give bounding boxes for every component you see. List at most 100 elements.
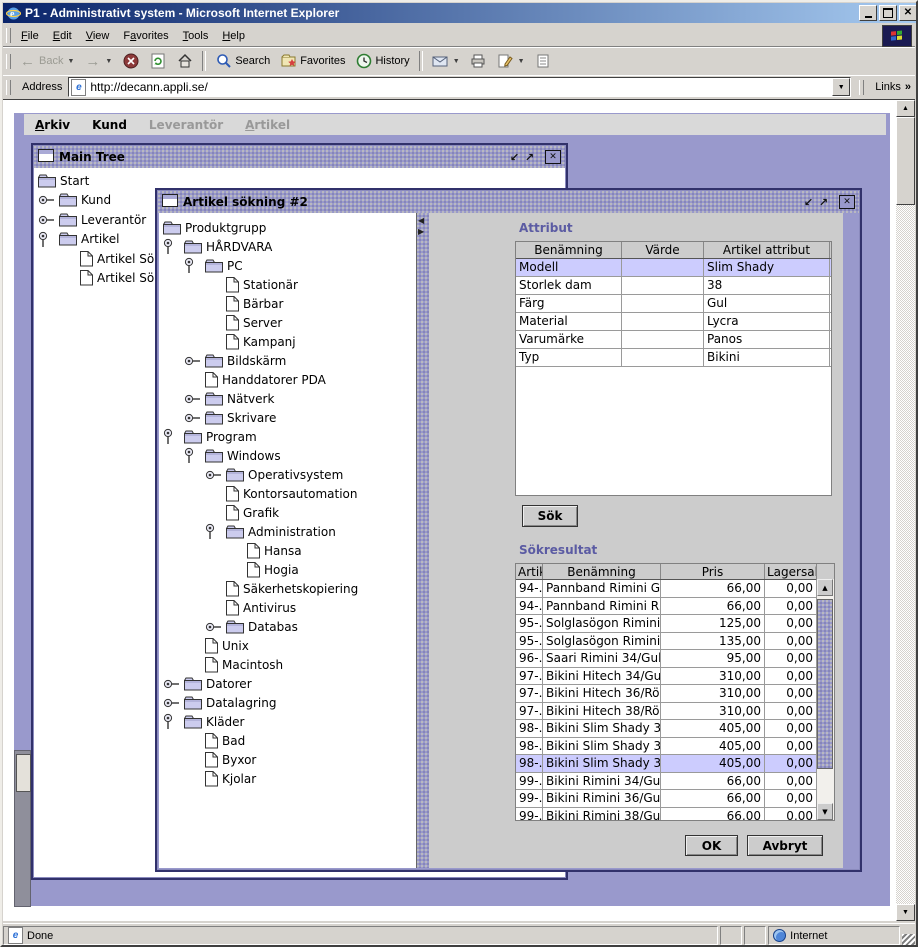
close-icon[interactable]: ✕ <box>839 195 855 209</box>
print-button[interactable] <box>465 50 492 72</box>
discuss-button[interactable] <box>530 50 557 72</box>
tree-item-datorer[interactable]: Datorer <box>159 674 416 693</box>
column-header-artikel-attribut[interactable]: Artikel attribut <box>704 242 830 258</box>
links-chevron-icon[interactable]: » <box>905 81 911 93</box>
tree-item-produktgrupp[interactable]: Produktgrupp <box>159 218 416 237</box>
artikel-sokning-titlebar[interactable]: Artikel sökning #2 ↙ ↗ ✕ <box>158 191 859 213</box>
tree-handle-expanded-icon[interactable] <box>163 427 184 446</box>
page-scrollbar-thumb[interactable] <box>896 117 915 205</box>
address-dropdown-button[interactable]: ▼ <box>832 78 850 96</box>
menu-favorites[interactable]: Favorites <box>116 28 175 44</box>
scroll-down-icon[interactable]: ▼ <box>817 803 833 820</box>
ok-button[interactable]: OK <box>685 835 738 856</box>
tree-handle-expanded-icon[interactable] <box>163 712 184 731</box>
iconify-icon[interactable]: ↙ <box>507 150 522 164</box>
history-button[interactable]: History <box>350 50 414 72</box>
result-row[interactable]: 94-...Pannband Rimini R...66,000,00 <box>516 598 817 616</box>
attribut-row-storlek-dam[interactable]: Storlek dam38 <box>516 277 831 295</box>
tree-handle-expanded-icon[interactable] <box>38 230 59 249</box>
column-header-lagersal[interactable]: Lagersal... <box>765 564 817 579</box>
splitpane-divider[interactable]: ◀ ▶ <box>416 213 430 868</box>
result-row[interactable]: 97-...Bikini Hitech 34/Gu...310,000,00 <box>516 668 817 686</box>
result-row[interactable]: 98-...Bikini Slim Shady 3...405,000,00 <box>516 738 817 756</box>
tree-item-windows[interactable]: Windows <box>159 446 416 465</box>
scroll-up-icon[interactable]: ▲ <box>817 579 833 596</box>
tree-handle-collapsed-icon[interactable] <box>38 214 59 226</box>
addressbar-grip[interactable] <box>6 80 11 95</box>
tree-item-n-tverk[interactable]: Nätverk <box>159 389 416 408</box>
maximize-icon[interactable]: ↗ <box>522 150 537 164</box>
home-button[interactable] <box>171 50 198 72</box>
tree-item-skrivare[interactable]: Skrivare <box>159 408 416 427</box>
applet-left-scrollbar[interactable] <box>14 750 31 907</box>
close-icon[interactable]: ✕ <box>545 150 561 164</box>
avbryt-button[interactable]: Avbryt <box>747 835 823 856</box>
attribut-row-typ[interactable]: TypBikini <box>516 349 831 367</box>
result-row[interactable]: 98-...Bikini Slim Shady 3...405,000,00 <box>516 755 817 773</box>
tree-item-b-rbar[interactable]: Bärbar <box>159 294 416 313</box>
tree-handle-expanded-icon[interactable] <box>163 237 184 256</box>
tree-item-kontorsautomation[interactable]: Kontorsautomation <box>159 484 416 503</box>
tree-item-kl-der[interactable]: Kläder <box>159 712 416 731</box>
attribut-row-material[interactable]: MaterialLycra <box>516 313 831 331</box>
result-row[interactable]: 95-...Solglasögon Rimini ...135,000,00 <box>516 633 817 651</box>
tree-handle-expanded-icon[interactable] <box>205 522 226 541</box>
menu-file[interactable]: File <box>14 28 46 44</box>
tree-handle-collapsed-icon[interactable] <box>205 621 226 633</box>
maximize-icon[interactable]: ↗ <box>816 195 831 209</box>
result-row[interactable]: 97-...Bikini Hitech 36/Rö...310,000,00 <box>516 685 817 703</box>
page-vertical-scrollbar[interactable]: ▲ ▼ <box>896 100 915 921</box>
stop-button[interactable] <box>117 50 144 72</box>
tree-handle-collapsed-icon[interactable] <box>163 678 184 690</box>
scroll-up-icon[interactable]: ▲ <box>896 100 915 117</box>
tree-item-administration[interactable]: Administration <box>159 522 416 541</box>
result-row[interactable]: 95-...Solglasögon Rimini ...125,000,00 <box>516 615 817 633</box>
main-tree-titlebar[interactable]: Main Tree ↙ ↗ ✕ <box>34 146 565 168</box>
tree-item-macintosh[interactable]: Macintosh <box>159 655 416 674</box>
tree-handle-collapsed-icon[interactable] <box>184 412 205 424</box>
result-row[interactable]: 96-...Saari Rimini 34/Gul...95,000,00 <box>516 650 817 668</box>
address-input[interactable]: e http://decann.appli.se/ ▼ <box>68 77 851 97</box>
tree-item-operativsystem[interactable]: Operativsystem <box>159 465 416 484</box>
column-header-pris[interactable]: Pris <box>661 564 765 579</box>
attribut-row-modell[interactable]: ModellSlim Shady <box>516 259 831 277</box>
tree-item-antivirus[interactable]: Antivirus <box>159 598 416 617</box>
result-row[interactable]: 99-...Bikini Rimini 34/Gul...66,000,00 <box>516 773 817 791</box>
maximize-button[interactable] <box>879 5 897 21</box>
back-button[interactable]: ← Back ▼ <box>14 50 79 72</box>
links-grip[interactable] <box>859 80 864 95</box>
attribut-row-varum-rke[interactable]: VarumärkePanos <box>516 331 831 349</box>
tree-item-s-kerhetskopiering[interactable]: Säkerhetskopiering <box>159 579 416 598</box>
tree-item-datalagring[interactable]: Datalagring <box>159 693 416 712</box>
split-collapse-right-icon[interactable]: ▶ <box>418 226 424 237</box>
tree-item-bad[interactable]: Bad <box>159 731 416 750</box>
tree-item-databas[interactable]: Databas <box>159 617 416 636</box>
search-button[interactable]: Search <box>210 50 275 72</box>
applet-menu-arkiv[interactable]: Arkiv <box>24 118 81 132</box>
results-scrollbar-thumb[interactable] <box>817 599 833 769</box>
menu-help[interactable]: Help <box>215 28 252 44</box>
tree-handle-expanded-icon[interactable] <box>184 256 205 275</box>
tree-item-bildsk-rm[interactable]: Bildskärm <box>159 351 416 370</box>
tree-handle-collapsed-icon[interactable] <box>163 697 184 709</box>
window-resize-grip[interactable] <box>902 934 915 947</box>
tree-item-server[interactable]: Server <box>159 313 416 332</box>
tree-item-kjolar[interactable]: Kjolar <box>159 769 416 788</box>
close-button[interactable]: ✕ <box>899 5 917 21</box>
applet-left-scrollbar-thumb[interactable] <box>16 754 31 792</box>
favorites-button[interactable]: Favorites <box>275 50 350 72</box>
iconify-icon[interactable]: ↙ <box>801 195 816 209</box>
tree-handle-collapsed-icon[interactable] <box>38 194 59 206</box>
result-row[interactable]: 97-...Bikini Hitech 38/Rö...310,000,00 <box>516 703 817 721</box>
refresh-button[interactable] <box>144 50 171 72</box>
scroll-down-icon[interactable]: ▼ <box>896 904 915 921</box>
column-header-artikel[interactable]: Artikel <box>516 564 543 579</box>
result-row[interactable]: 99-...Bikini Rimini 36/Gul...66,000,00 <box>516 790 817 808</box>
tree-item-hansa[interactable]: Hansa <box>159 541 416 560</box>
tree-handle-collapsed-icon[interactable] <box>184 393 205 405</box>
menu-view[interactable]: View <box>79 28 117 44</box>
result-row[interactable]: 99-...Bikini Rimini 38/Gul...66,000,00 <box>516 808 817 821</box>
split-collapse-left-icon[interactable]: ◀ <box>418 215 424 226</box>
tree-item-kampanj[interactable]: Kampanj <box>159 332 416 351</box>
tree-handle-collapsed-icon[interactable] <box>205 469 226 481</box>
